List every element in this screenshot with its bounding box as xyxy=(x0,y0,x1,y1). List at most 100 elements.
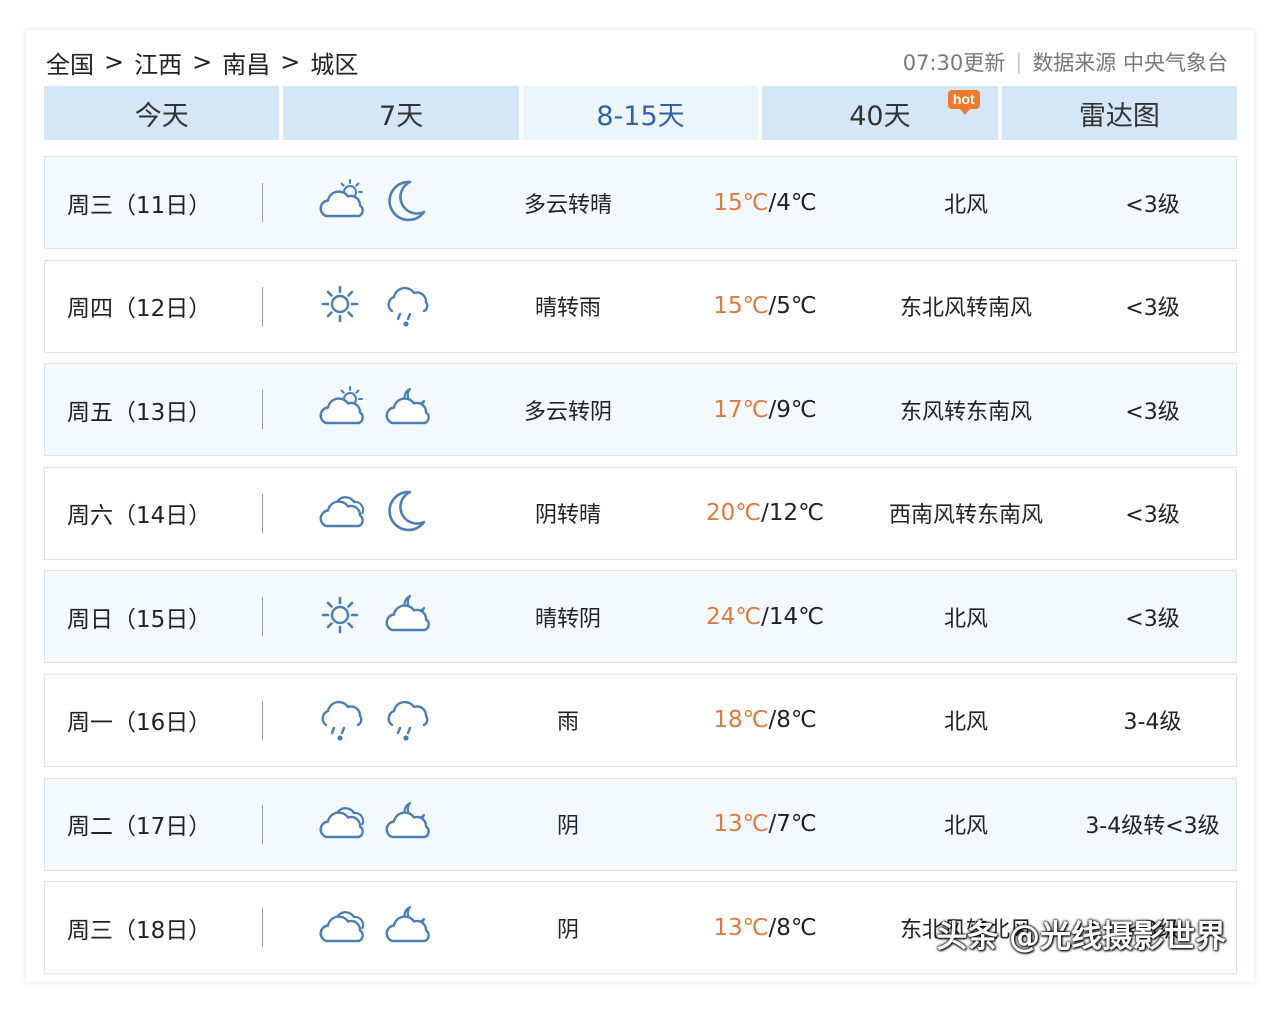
partly-cloudy-icon xyxy=(314,178,366,228)
temp-low: 7℃ xyxy=(776,811,817,838)
tab-label: 40天 xyxy=(849,100,911,132)
weather-description: 多云转阴 xyxy=(523,399,612,425)
wind-direction: 北风 xyxy=(943,710,988,736)
rain-icon xyxy=(380,281,432,331)
temp-low: 9℃ xyxy=(776,396,817,423)
overcast-icon xyxy=(314,488,366,538)
temp-high: 15℃ xyxy=(713,293,769,320)
temperature-range: 15℃/4℃ xyxy=(667,190,863,216)
temperature-range: 13℃/7℃ xyxy=(667,811,863,837)
weather-panel: 全国 > 江西 > 南昌 > 城区 07:30更新 | 数据来源 中央气象台 今… xyxy=(26,30,1254,982)
forecast-row: 周六（14日） 阴转晴 20℃/12℃ 西南风转东南风 <3级 xyxy=(44,466,1237,560)
cloudy-night-icon xyxy=(380,903,432,953)
temp-high: 15℃ xyxy=(713,189,769,216)
sun-icon xyxy=(314,592,366,642)
top-bar: 全国 > 江西 > 南昌 > 城区 07:30更新 | 数据来源 中央气象台 xyxy=(46,44,1228,80)
wind-level: <3级 xyxy=(1125,606,1180,632)
forecast-date: 周三（11日） xyxy=(45,157,263,248)
temp-low: 8℃ xyxy=(776,707,817,734)
breadcrumb-province[interactable]: 江西 xyxy=(134,45,182,80)
forecast-date: 周六（14日） xyxy=(45,468,263,559)
weather-description: 多云转晴 xyxy=(523,192,612,218)
breadcrumb-country[interactable]: 全国 xyxy=(46,45,94,80)
weather-icons xyxy=(263,695,469,745)
temp-high: 20℃ xyxy=(706,500,762,527)
temp-low: 4℃ xyxy=(776,189,817,216)
breadcrumb: 全国 > 江西 > 南昌 > 城区 xyxy=(46,45,358,80)
forecast-date: 周二（17日） xyxy=(45,779,263,870)
overcast-icon xyxy=(314,799,366,849)
wind-direction: 北风 xyxy=(943,192,988,218)
moon-icon xyxy=(380,178,432,228)
weather-description: 阴 xyxy=(556,917,579,943)
forecast-row: 周五（13日） 多云转阴 17℃/9℃ 东风转东南风 <3级 xyxy=(44,363,1237,457)
forecast-date: 周四（12日） xyxy=(45,261,263,352)
overcast-icon xyxy=(314,903,366,953)
forecast-row: 周三（11日） 多云转晴 15℃/4℃ 北风 <3级 xyxy=(44,156,1237,249)
tab-label: 今天 xyxy=(134,100,189,132)
weather-icons xyxy=(263,385,469,435)
cloudy-night-icon xyxy=(380,592,432,642)
meta-divider: | xyxy=(1015,50,1023,74)
wind-direction: 东风转东南风 xyxy=(899,399,1032,425)
moon-icon xyxy=(380,488,432,538)
temp-high: 13℃ xyxy=(713,811,769,838)
temperature-range: 17℃/9℃ xyxy=(667,397,863,423)
forecast-date: 周三（18日） xyxy=(45,882,263,973)
temp-low: 14℃ xyxy=(768,603,824,630)
temp-separator: / xyxy=(761,603,769,630)
data-source: 数据来源 中央气象台 xyxy=(1032,51,1228,75)
temp-high: 13℃ xyxy=(713,914,769,941)
wind-direction: 北风 xyxy=(943,814,988,840)
wind-level: <3级 xyxy=(1125,296,1180,322)
wind-direction: 东北风转南风 xyxy=(899,296,1032,322)
weather-description: 晴转阴 xyxy=(534,606,601,632)
wind-level: <3级 xyxy=(1125,192,1180,218)
breadcrumb-separator: > xyxy=(104,48,125,76)
rain-icon xyxy=(314,695,366,745)
weather-icons xyxy=(263,178,469,228)
partly-cloudy-icon xyxy=(314,385,366,435)
temperature-range: 13℃/8℃ xyxy=(667,915,863,941)
forecast-row: 周四（12日） 晴转雨 15℃/5℃ 东北风转南风 <3级 xyxy=(44,259,1237,353)
temperature-range: 20℃/12℃ xyxy=(667,500,863,526)
temperature-range: 18℃/8℃ xyxy=(667,707,863,733)
tab-8-15-days[interactable]: 8-15天 xyxy=(522,86,759,140)
forecast-row: 周二（17日） 阴 13℃/7℃ 北风 3-4级转<3级 xyxy=(44,777,1237,871)
hot-badge: hot xyxy=(947,90,980,115)
temp-low: 5℃ xyxy=(776,293,817,320)
forecast-tabs: 今天 7天 8-15天 40天 hot 雷达图 xyxy=(44,86,1238,140)
wind-level: 3-4级转<3级 xyxy=(1085,814,1220,840)
forecast-row: 周日（15日） 晴转阴 24℃/14℃ 北风 <3级 xyxy=(44,570,1237,664)
forecast-date: 周一（16日） xyxy=(45,675,263,766)
wind-level: <3级 xyxy=(1125,503,1180,529)
breadcrumb-district: 城区 xyxy=(310,50,359,79)
weather-description: 雨 xyxy=(556,710,579,736)
tab-40-days[interactable]: 40天 hot xyxy=(762,86,998,140)
tab-today[interactable]: 今天 xyxy=(44,86,280,140)
watermark: 头条 @光线摄影世界 xyxy=(936,919,1226,955)
breadcrumb-separator: > xyxy=(280,48,301,76)
weather-icons xyxy=(263,488,469,538)
update-time: 07:30更新 xyxy=(902,51,1006,75)
tab-label: 雷达图 xyxy=(1078,100,1160,132)
wind-level: 3-4级 xyxy=(1123,710,1182,736)
breadcrumb-city[interactable]: 南昌 xyxy=(222,45,270,80)
temperature-range: 15℃/5℃ xyxy=(667,293,863,319)
temp-low: 8℃ xyxy=(776,914,817,941)
temp-low: 12℃ xyxy=(768,500,824,527)
temp-separator: / xyxy=(761,500,769,527)
cloudy-night-icon xyxy=(380,799,432,849)
temp-high: 24℃ xyxy=(706,603,762,630)
wind-direction: 北风 xyxy=(943,606,988,632)
cloudy-night-icon xyxy=(380,385,432,435)
weather-description: 阴转晴 xyxy=(534,503,601,529)
rain-icon xyxy=(380,695,432,745)
weather-icons xyxy=(263,903,469,953)
weather-icons xyxy=(263,281,469,331)
tab-radar[interactable]: 雷达图 xyxy=(1001,86,1238,140)
wind-level: <3级 xyxy=(1125,399,1180,425)
weather-icons xyxy=(263,592,469,642)
breadcrumb-separator: > xyxy=(192,48,213,76)
tab-7-days[interactable]: 7天 xyxy=(283,86,519,140)
